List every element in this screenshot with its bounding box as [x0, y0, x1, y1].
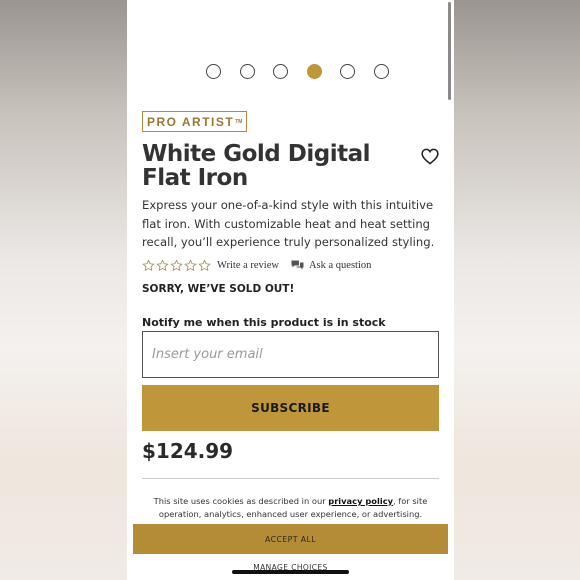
carousel-pagination — [206, 64, 389, 79]
rating-row: Write a review Ask a question — [142, 259, 371, 272]
heart-icon[interactable] — [421, 148, 439, 165]
star-icon — [156, 259, 169, 272]
brand-trademark: TM — [235, 118, 243, 125]
accept-all-button[interactable]: ACCEPT ALL — [133, 524, 448, 554]
carousel-dot[interactable] — [206, 64, 221, 79]
carousel-dot[interactable] — [273, 64, 288, 79]
home-indicator — [232, 570, 349, 574]
notify-label: Notify me when this product is in stock — [142, 316, 386, 329]
background-left — [0, 0, 127, 580]
product-page: PRO ARTIST TM White Gold Digital Flat Iro… — [127, 0, 454, 580]
cookie-notice: This site uses cookies as described in o… — [137, 495, 444, 520]
carousel-dot[interactable] — [340, 64, 355, 79]
ask-question-label: Ask a question — [308, 260, 372, 271]
cookie-text-before: This site uses cookies as described in o… — [153, 496, 329, 506]
star-icon — [142, 259, 155, 272]
brand-name: PRO ARTIST — [147, 114, 235, 129]
email-field[interactable] — [142, 331, 439, 378]
write-review-link[interactable]: Write a review — [217, 260, 279, 271]
star-icon — [184, 259, 197, 272]
scrollbar[interactable] — [448, 2, 451, 100]
carousel-dot[interactable] — [373, 64, 389, 79]
ask-question-link[interactable]: Ask a question — [291, 260, 371, 271]
carousel-dot-active[interactable] — [306, 64, 322, 79]
product-title: White Gold Digital Flat Iron — [142, 141, 371, 191]
star-icon — [198, 259, 211, 272]
star-rating[interactable] — [142, 259, 211, 272]
privacy-policy-link[interactable]: privacy policy — [328, 496, 393, 506]
background-right — [454, 0, 580, 580]
chat-bubble-icon — [291, 260, 304, 270]
carousel-dot[interactable] — [239, 64, 255, 79]
stock-status: SORRY, WE’VE SOLD OUT! — [142, 283, 295, 295]
brand-badge: PRO ARTIST TM — [142, 111, 248, 132]
divider — [142, 478, 439, 479]
subscribe-button[interactable]: SUBSCRIBE — [142, 385, 439, 431]
product-description: Express your one-of-a-kind style with th… — [142, 198, 435, 249]
product-price: $124.99 — [142, 439, 234, 463]
star-icon — [170, 259, 183, 272]
